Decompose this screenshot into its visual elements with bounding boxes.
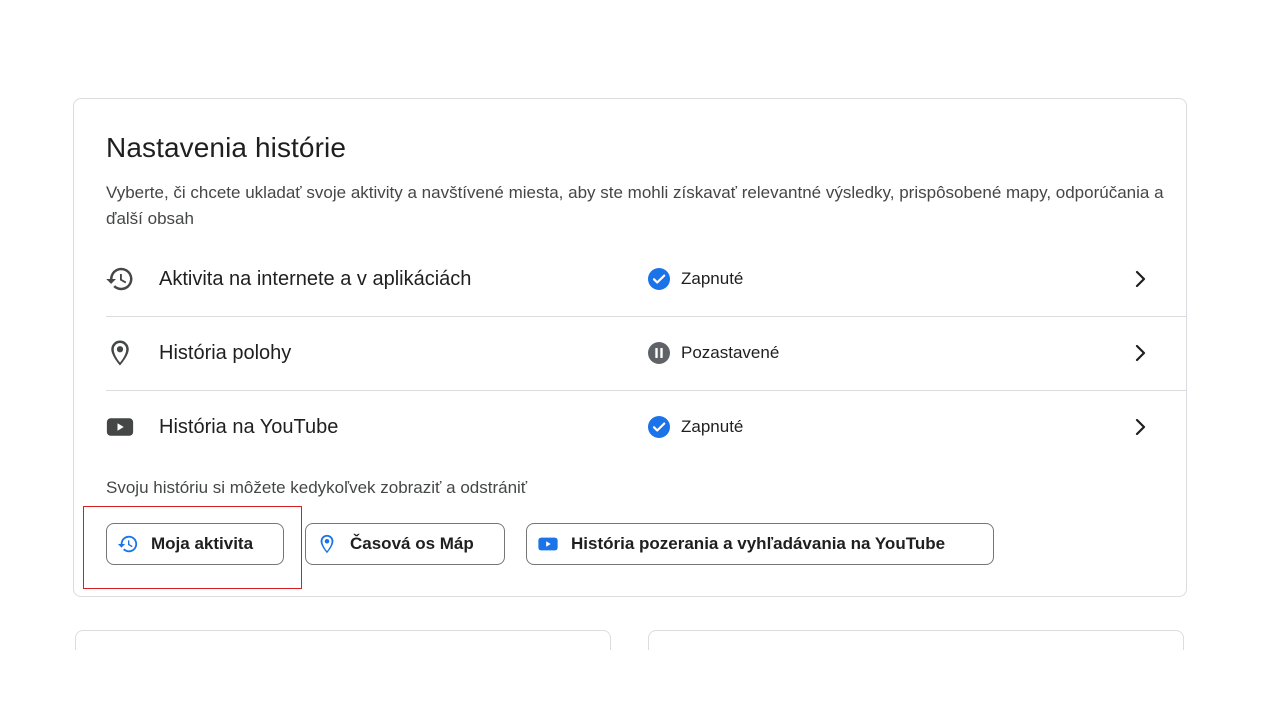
- status-text: Zapnuté: [681, 417, 744, 436]
- maps-timeline-button[interactable]: Časová os Máp: [305, 523, 505, 565]
- row-label: Aktivita na internete a v aplikáciách: [159, 267, 472, 290]
- pause-circle-icon: [647, 341, 671, 365]
- youtube-history-button[interactable]: História pozerania a vyhľadávania na You…: [526, 523, 994, 565]
- row-label: História na YouTube: [159, 415, 339, 438]
- row-location-history[interactable]: História polohy Pozastavené: [106, 316, 1186, 391]
- button-label: Časová os Máp: [350, 534, 474, 553]
- row-web-app-activity[interactable]: Aktivita na internete a v aplikáciách Za…: [106, 242, 1186, 317]
- status-text: Zapnuté: [681, 269, 744, 288]
- next-card-right: [648, 630, 1184, 650]
- check-circle-icon: [647, 267, 671, 291]
- chevron-right-icon: [1128, 341, 1152, 365]
- youtube-icon: [104, 411, 136, 443]
- highlight-box: [83, 506, 302, 589]
- chevron-right-icon: [1128, 267, 1152, 291]
- youtube-icon: [537, 533, 559, 555]
- chevron-right-icon: [1128, 415, 1152, 439]
- location-pin-icon: [316, 533, 338, 555]
- button-label: História pozerania a vyhľadávania na You…: [571, 534, 946, 553]
- history-icon: [104, 263, 136, 295]
- next-card-left: [75, 630, 611, 650]
- check-circle-icon: [647, 415, 671, 439]
- row-label: História polohy: [159, 341, 292, 364]
- section-title: Nastavenia histórie: [106, 132, 347, 163]
- status-indicator: Zapnuté: [647, 415, 743, 439]
- row-youtube-history[interactable]: História na YouTube Zapnuté: [106, 390, 1186, 464]
- history-note: Svoju históriu si môžete kedykoľvek zobr…: [106, 478, 528, 497]
- status-indicator: Pozastavené: [647, 341, 779, 365]
- section-description: Vyberte, či chcete ukladať svoje aktivit…: [106, 183, 1164, 228]
- status-text: Pozastavené: [681, 343, 780, 362]
- location-pin-icon: [104, 337, 136, 369]
- status-indicator: Zapnuté: [647, 267, 743, 291]
